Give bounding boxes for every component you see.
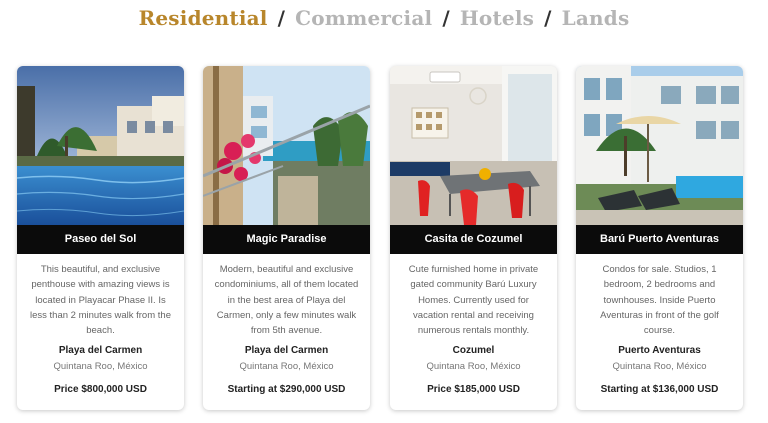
- property-card[interactable]: Magic Paradise Modern, beautiful and exc…: [203, 66, 370, 410]
- property-card-grid: Paseo del Sol This beautiful, and exclus…: [17, 66, 751, 410]
- property-card[interactable]: Barú Puerto Aventuras Condos for sale. S…: [576, 66, 743, 410]
- tab-separator: /: [277, 6, 286, 30]
- property-city: Cozumel: [452, 345, 495, 356]
- property-description: Cute furnished home in private gated com…: [408, 264, 539, 337]
- property-region: Quintana Roo, México: [239, 361, 334, 372]
- property-photo[interactable]: [576, 66, 743, 225]
- property-region: Quintana Roo, México: [426, 361, 521, 372]
- property-card[interactable]: Casita de Cozumel Cute furnished home in…: [390, 66, 557, 410]
- property-price: Price $800,000 USD: [54, 384, 147, 395]
- property-description: This beautiful, and exclusive penthouse …: [30, 264, 171, 337]
- property-price: Starting at $290,000 USD: [227, 384, 346, 395]
- property-city: Playa del Carmen: [244, 345, 329, 356]
- property-region: Quintana Roo, México: [612, 361, 707, 372]
- property-photo[interactable]: [17, 66, 184, 225]
- tab-residential[interactable]: Residential: [139, 6, 268, 30]
- property-city: Playa del Carmen: [58, 345, 143, 356]
- tab-lands[interactable]: Lands: [562, 6, 630, 30]
- property-photo[interactable]: [390, 66, 557, 225]
- property-description: Condos for sale. Studios, 1 bedroom, 2 b…: [600, 264, 719, 337]
- property-price: Price $185,000 USD: [427, 384, 520, 395]
- property-title[interactable]: Barú Puerto Aventuras: [576, 225, 743, 254]
- property-photo[interactable]: [203, 66, 370, 225]
- property-card[interactable]: Paseo del Sol This beautiful, and exclus…: [17, 66, 184, 410]
- tab-hotels[interactable]: Hotels: [460, 6, 534, 30]
- property-title[interactable]: Paseo del Sol: [17, 225, 184, 254]
- category-tabs: Residential / Commercial / Hotels / Lands: [0, 6, 768, 30]
- tab-separator: /: [544, 6, 552, 30]
- property-price: Starting at $136,000 USD: [600, 384, 719, 395]
- property-title[interactable]: Magic Paradise: [203, 225, 370, 254]
- property-city: Puerto Aventuras: [618, 345, 701, 356]
- property-title[interactable]: Casita de Cozumel: [390, 225, 557, 254]
- tab-commercial[interactable]: Commercial: [295, 6, 432, 30]
- tab-separator: /: [442, 6, 450, 30]
- property-description: Modern, beautiful and exclusive condomin…: [214, 264, 359, 337]
- property-region: Quintana Roo, México: [53, 361, 148, 372]
